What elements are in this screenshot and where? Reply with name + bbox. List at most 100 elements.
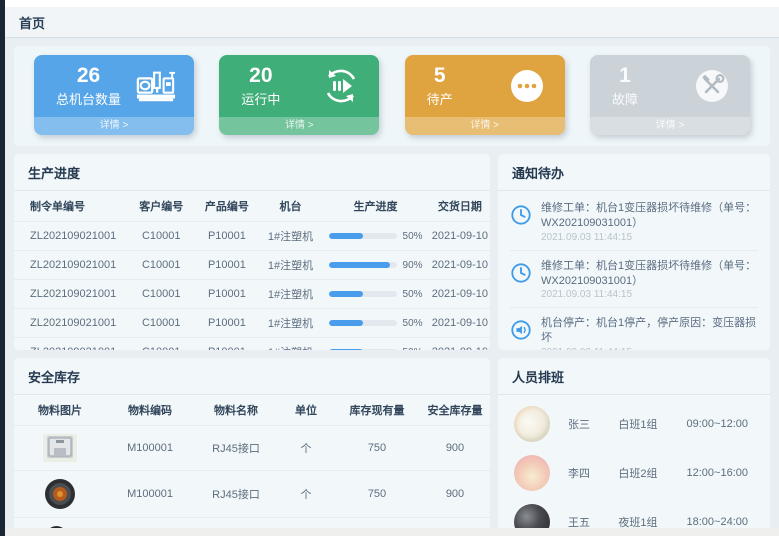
fault-label: 故障 bbox=[612, 89, 638, 108]
cell-safety-qty: 900 bbox=[420, 426, 490, 471]
cell-delivery-date: 2021-09-10 bbox=[430, 338, 490, 351]
cell-material-code: M100001 bbox=[106, 426, 194, 471]
staff-time: 12:00~16:00 bbox=[687, 467, 754, 479]
running-label: 运行中 bbox=[241, 89, 280, 108]
cell-order-no: ZL202109021001 bbox=[14, 309, 128, 338]
col-product-no: 产品编号 bbox=[194, 191, 260, 222]
cell-delivery-date: 2021-09-10 bbox=[430, 309, 490, 338]
production-row[interactable]: ZL202109021001 C10001 P10001 1#注塑机 50% 2… bbox=[14, 309, 490, 338]
col-unit: 单位 bbox=[278, 395, 334, 426]
clock-icon bbox=[510, 262, 532, 284]
cell-delivery-date: 2021-09-10 bbox=[430, 280, 490, 309]
tools-icon bbox=[692, 66, 732, 106]
notification-item[interactable]: 机台停产：机台1停产，停产原因：变压器损坏 2021.09.03 11:44:1… bbox=[510, 308, 758, 350]
stat-card-pending[interactable]: 5 待产 详情 > bbox=[405, 55, 565, 135]
col-material-code: 物料编码 bbox=[106, 395, 194, 426]
notification-body: 维修工单：机台1变压器损坏待维修（单号：WX202109031001） 2021… bbox=[541, 259, 758, 301]
cell-progress: 50% bbox=[321, 309, 429, 338]
cell-product-no: P10001 bbox=[194, 280, 260, 309]
progress-percent: 50% bbox=[403, 347, 423, 350]
cell-progress: 50% bbox=[321, 338, 429, 351]
cell-order-no: ZL202109021001 bbox=[14, 280, 128, 309]
col-progress: 生产进度 bbox=[321, 191, 429, 222]
stat-card-fault[interactable]: 1 故障 详情 > bbox=[590, 55, 750, 135]
cell-delivery-date: 2021-09-10 bbox=[430, 222, 490, 251]
running-detail-link[interactable]: 详情 > bbox=[219, 117, 379, 135]
cell-customer-no: C10001 bbox=[128, 280, 194, 309]
cell-order-no: ZL202109021001 bbox=[14, 222, 128, 251]
progress-bar bbox=[329, 291, 397, 297]
inventory-row[interactable]: M100001 RJ45接口 个 750 900 bbox=[14, 426, 490, 471]
pending-detail-link[interactable]: 详情 > bbox=[405, 117, 565, 135]
inventory-header-row: 物料图片 物料编码 物料名称 单位 库存现有量 安全库存量 bbox=[14, 395, 490, 426]
notification-item[interactable]: 维修工单：机台1变压器损坏待维修（单号：WX202109031001） 2021… bbox=[510, 251, 758, 309]
machine-icon bbox=[136, 66, 176, 106]
pending-value: 5 bbox=[434, 64, 446, 88]
stat-card-total-machines[interactable]: 26 总机台数量 bbox=[34, 55, 194, 135]
cell-product-no: P10001 bbox=[194, 309, 260, 338]
staff-row[interactable]: 李四 白班2组 12:00~16:00 bbox=[514, 448, 754, 497]
staff-time: 18:00~24:00 bbox=[687, 516, 754, 528]
progress-bar bbox=[329, 262, 397, 268]
cell-progress: 50% bbox=[321, 222, 429, 251]
dashboard-content: 26 总机台数量 bbox=[5, 39, 779, 528]
inventory-row[interactable]: M100001 RJ45接口 个 750 900 bbox=[14, 471, 490, 518]
staff-name: 张三 bbox=[568, 416, 618, 432]
staff-list: 张三 白班1组 09:00~12:00 李四 白班2组 12:00~16:00 … bbox=[498, 395, 770, 534]
notification-body: 机台停产：机台1停产，停产原因：变压器损坏 2021.09.03 11:44:1… bbox=[541, 316, 758, 350]
progress-percent: 50% bbox=[403, 318, 423, 329]
cell-machine: 1#注塑机 bbox=[260, 251, 322, 280]
notification-item[interactable]: 维修工单：机台1变压器损坏待维修（单号：WX202109031001） 2021… bbox=[510, 193, 758, 251]
notification-time: 2021.09.03 11:44:15 bbox=[541, 232, 758, 243]
staff-time: 09:00~12:00 bbox=[687, 418, 754, 430]
notification-body: 维修工单：机台1变压器损坏待维修（单号：WX202109031001） 2021… bbox=[541, 201, 758, 243]
production-panel: 生产进度 制令单编号 客户编号 产品编号 机台 生产进度 交货日期 ZL2021… bbox=[14, 154, 490, 350]
stat-card-body: 26 总机台数量 bbox=[34, 55, 194, 117]
staff-name: 李四 bbox=[568, 465, 618, 481]
notification-text: 维修工单：机台1变压器损坏待维修（单号：WX202109031001） bbox=[541, 259, 758, 289]
production-row[interactable]: ZL202109021001 C10001 P10001 1#注塑机 50% 2… bbox=[14, 280, 490, 309]
total-machines-label: 总机台数量 bbox=[56, 89, 121, 108]
breadcrumb-bar: 首页 bbox=[5, 7, 779, 38]
cell-customer-no: C10001 bbox=[128, 251, 194, 280]
col-delivery-date: 交货日期 bbox=[430, 191, 490, 222]
running-icon bbox=[321, 66, 361, 106]
col-stock-qty: 库存现有量 bbox=[334, 395, 420, 426]
production-table: 制令单编号 客户编号 产品编号 机台 生产进度 交货日期 ZL202109021… bbox=[14, 191, 490, 350]
staff-row[interactable]: 张三 白班1组 09:00~12:00 bbox=[514, 399, 754, 448]
production-row[interactable]: ZL202109021001 C10001 P10001 1#注塑机 50% 2… bbox=[14, 222, 490, 251]
stat-card-body: 5 待产 bbox=[405, 55, 565, 117]
page-title[interactable]: 首页 bbox=[19, 13, 45, 32]
stat-card-text: 1 故障 bbox=[612, 64, 638, 107]
cell-material-image bbox=[14, 471, 106, 518]
col-order-no: 制令单编号 bbox=[14, 191, 128, 222]
notification-time: 2021.09.03 11:44:15 bbox=[541, 289, 758, 300]
stat-card-body: 20 运行中 bbox=[219, 55, 379, 117]
production-row[interactable]: ZL202109021001 C10001 P10001 1#注塑机 90% 2… bbox=[14, 251, 490, 280]
cell-unit: 个 bbox=[278, 426, 334, 471]
total-machines-detail-link[interactable]: 详情 > bbox=[34, 117, 194, 135]
cell-unit: 个 bbox=[278, 471, 334, 518]
stat-cards-panel: 26 总机台数量 bbox=[14, 46, 770, 146]
stat-card-text: 26 总机台数量 bbox=[56, 64, 121, 107]
cell-material-code: M100001 bbox=[106, 471, 194, 518]
stat-card-running[interactable]: 20 运行中 详情 > bbox=[219, 55, 379, 135]
cell-order-no: ZL202109021001 bbox=[14, 251, 128, 280]
production-row[interactable]: ZL202109021001 C10001 P10001 1#注塑机 50% 2… bbox=[14, 338, 490, 351]
cell-machine: 1#注塑机 bbox=[260, 222, 322, 251]
speaker-top-image bbox=[43, 477, 77, 511]
production-panel-title: 生产进度 bbox=[14, 154, 490, 191]
cell-progress: 50% bbox=[321, 280, 429, 309]
rj45-connector-image bbox=[41, 432, 79, 464]
fault-detail-link[interactable]: 详情 > bbox=[590, 117, 750, 135]
cell-machine: 1#注塑机 bbox=[260, 280, 322, 309]
col-material-name: 物料名称 bbox=[194, 395, 278, 426]
notification-time: 2021.09.03 11:44:15 bbox=[541, 347, 758, 350]
production-header-row: 制令单编号 客户编号 产品编号 机台 生产进度 交货日期 bbox=[14, 191, 490, 222]
progress-percent: 50% bbox=[403, 289, 423, 300]
page-bottom-strip bbox=[5, 528, 779, 536]
cell-product-no: P10001 bbox=[194, 338, 260, 351]
cell-customer-no: C10001 bbox=[128, 338, 194, 351]
stat-card-body: 1 故障 bbox=[590, 55, 750, 117]
cell-material-name: RJ45接口 bbox=[194, 471, 278, 518]
